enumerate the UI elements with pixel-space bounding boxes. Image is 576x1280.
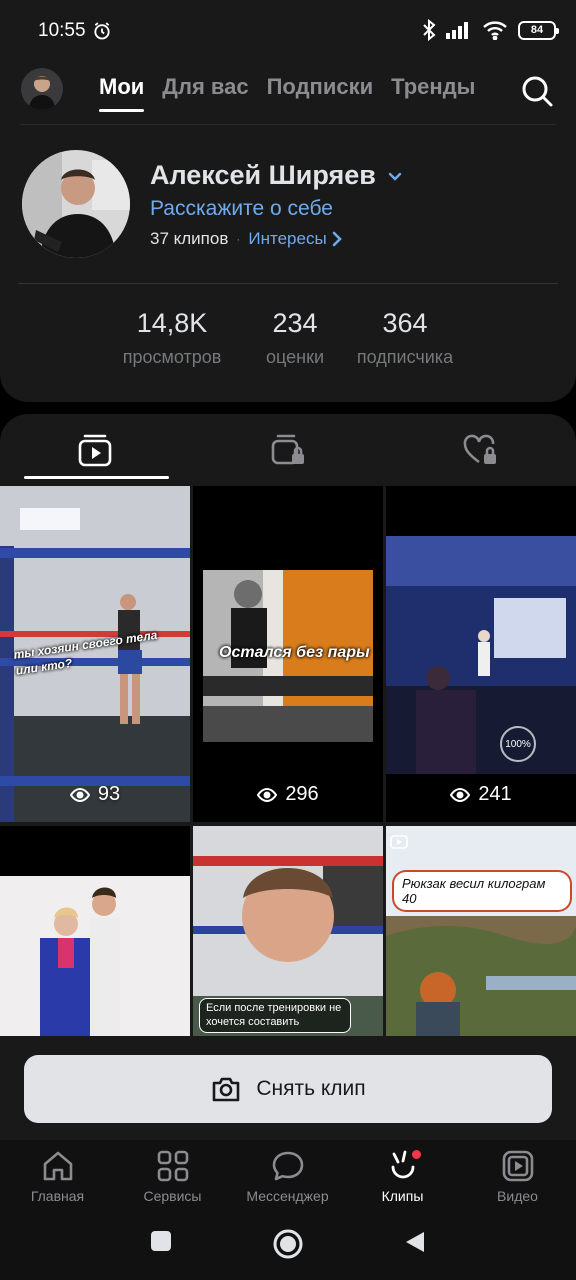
- clips-count: 37 клипов: [150, 229, 229, 248]
- tab-clips[interactable]: Клипы: [345, 1148, 460, 1204]
- back-icon[interactable]: [404, 1230, 426, 1254]
- record-bar: Снять клип: [0, 1036, 576, 1140]
- views-count: 241: [478, 783, 512, 805]
- stat-ratings[interactable]: 234 оценки: [256, 308, 334, 368]
- stat-value: 234: [272, 308, 318, 338]
- search-icon[interactable]: [520, 74, 554, 108]
- status-time: 10:55: [38, 20, 86, 41]
- services-icon: [157, 1150, 188, 1182]
- content-tabs: [0, 414, 576, 486]
- clip-caption: Остался без пары: [219, 644, 370, 661]
- tab-video[interactable]: Видео: [460, 1148, 575, 1204]
- clip-badge-icon: [390, 835, 408, 849]
- eye-icon: [257, 787, 278, 802]
- clip-tile[interactable]: Рюкзак весил килограм 40: [386, 826, 576, 1036]
- clip-thumbnail: [386, 826, 576, 1036]
- views-count: 93: [97, 783, 121, 805]
- tab-home[interactable]: Главная: [0, 1148, 115, 1204]
- bottom-tabbar: Главная Сервисы Мессенджер Клипы Видео: [0, 1140, 576, 1216]
- recents-icon[interactable]: [150, 1230, 172, 1252]
- separator-dot: ·: [236, 232, 241, 246]
- top-nav: Мои Для вас Подписки Тренды: [0, 64, 576, 124]
- stats-row: 14,8K просмотров 234 оценки 364 подписчи…: [0, 308, 576, 378]
- views-count: 296: [285, 783, 319, 805]
- clip-tile[interactable]: Если после тренировки не хочется состави…: [193, 826, 383, 1036]
- interests-link[interactable]: Интересы: [248, 229, 342, 249]
- interests-label: Интересы: [248, 229, 327, 248]
- tab-label: Сервисы: [143, 1188, 202, 1204]
- liked-locked-tab-icon[interactable]: [462, 432, 498, 468]
- clip-caption: Если после тренировки не хочется состави…: [199, 998, 351, 1033]
- stat-label: просмотров: [122, 347, 222, 367]
- profile-info: Алексей Ширяев Расскажите о себе 37 клип…: [0, 150, 576, 260]
- clip-views: 241: [386, 783, 576, 806]
- tab-messenger[interactable]: Мессенджер: [230, 1148, 345, 1204]
- battery-indicator: 84: [518, 20, 559, 40]
- record-clip-label: Снять клип: [256, 1077, 366, 1100]
- stat-subscribers[interactable]: 364 подписчика: [348, 308, 462, 368]
- profile-header: Мои Для вас Подписки Тренды Алексей Ширя…: [0, 64, 576, 402]
- video-icon: [502, 1150, 533, 1182]
- stat-label: оценки: [266, 347, 324, 367]
- messenger-icon: [272, 1151, 303, 1181]
- active-tab-indicator: [24, 476, 169, 479]
- status-icons: 84: [422, 19, 559, 41]
- avatar[interactable]: [22, 150, 130, 258]
- stats-divider: [18, 283, 558, 284]
- tab-label: Мессенджер: [246, 1188, 329, 1204]
- stat-views[interactable]: 14,8K просмотров: [113, 308, 231, 368]
- notification-dot: [412, 1150, 421, 1159]
- tab-for-you[interactable]: Для вас: [162, 74, 248, 112]
- profile-name-text: Алексей Ширяев: [150, 160, 376, 190]
- alarm-icon: [94, 22, 110, 40]
- eye-icon: [450, 787, 471, 802]
- stat-value: 364: [382, 308, 428, 338]
- clip-tile[interactable]: [0, 826, 190, 1036]
- record-clip-button[interactable]: Снять клип: [24, 1055, 552, 1123]
- stat-value: 14,8K: [136, 308, 208, 338]
- clip-caption: Рюкзак весил килограм 40: [394, 872, 570, 910]
- tab-label: Клипы: [381, 1188, 424, 1204]
- profile-meta: 37 клипов · Интересы: [150, 229, 343, 249]
- clip-thumbnail: [386, 486, 576, 822]
- status-bar: 10:55 84: [0, 0, 576, 64]
- clip-thumbnail: [0, 826, 190, 1036]
- progress-badge: 100%: [500, 726, 536, 762]
- tab-mine[interactable]: Мои: [99, 74, 145, 112]
- header-divider: [20, 124, 556, 125]
- home-icon: [43, 1151, 72, 1181]
- bio-link[interactable]: Расскажите о себе: [150, 197, 333, 221]
- profile-name[interactable]: Алексей Ширяев: [150, 160, 404, 191]
- home-nav-icon[interactable]: [272, 1228, 304, 1260]
- tab-trends[interactable]: Тренды: [391, 74, 475, 112]
- bluetooth-icon: [423, 19, 436, 41]
- clip-tile[interactable]: Остался без пары 296: [193, 486, 383, 822]
- tab-services[interactable]: Сервисы: [115, 1148, 230, 1204]
- clip-views: 93: [0, 783, 190, 806]
- eye-icon: [69, 787, 90, 802]
- chevron-right-icon: [332, 231, 342, 247]
- chevron-down-icon: [388, 172, 402, 181]
- camera-icon: [213, 1077, 240, 1102]
- wifi-icon: [483, 21, 507, 40]
- tab-label: Главная: [30, 1188, 85, 1204]
- clip-tile[interactable]: ты хозяин своего тела или кто? 93: [0, 486, 190, 822]
- tab-subscriptions[interactable]: Подписки: [267, 74, 374, 112]
- stat-label: подписчика: [356, 347, 454, 367]
- private-clips-tab-icon[interactable]: [270, 432, 306, 468]
- system-nav-bar: [0, 1216, 576, 1280]
- signal-icon: [446, 22, 468, 39]
- tab-label: Видео: [497, 1188, 538, 1204]
- clip-views: 296: [193, 783, 383, 806]
- clips-tab-icon[interactable]: [77, 432, 113, 468]
- nav-tabs: Мои Для вас Подписки Тренды: [99, 74, 493, 112]
- clips-panel: ты хозяин своего тела или кто? 93 Осталс…: [0, 414, 576, 1140]
- avatar-small[interactable]: [21, 68, 63, 110]
- clip-tile[interactable]: 100% 241: [386, 486, 576, 822]
